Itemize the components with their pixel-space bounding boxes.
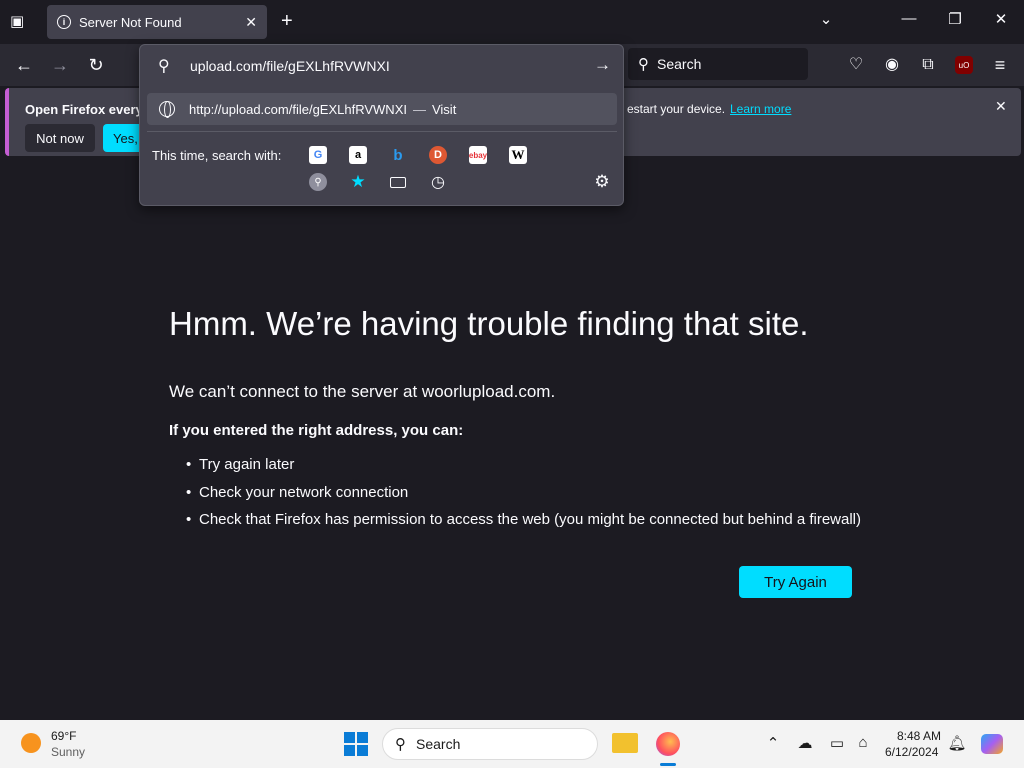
menu-icon[interactable]: ≡	[988, 54, 1012, 76]
file-explorer-icon[interactable]	[612, 733, 638, 753]
go-arrow-icon[interactable]: →	[594, 55, 611, 75]
search-placeholder: Search	[657, 56, 702, 72]
active-indicator	[660, 763, 676, 766]
new-tab-icon[interactable]: +	[281, 10, 293, 33]
suggestion-url: http://upload.com/file/gEXLhfRVWNXI	[189, 101, 407, 117]
list-item: Check that Firefox has permission to acc…	[186, 511, 861, 539]
window-close-icon[interactable]: ✕	[989, 10, 1013, 28]
close-icon[interactable]: ✕	[995, 98, 1007, 115]
forward-icon[interactable]: →	[48, 54, 72, 76]
try-again-button[interactable]: Try Again	[739, 566, 852, 598]
url-suggestion[interactable]: http://upload.com/file/gEXLhfRVWNXI — Vi…	[147, 93, 617, 125]
taskbar-search-label: Search	[416, 736, 461, 752]
suggestion-dash: —	[412, 101, 426, 117]
close-tab-icon[interactable]: ✕	[245, 14, 257, 31]
clock-time[interactable]: 8:48 AM	[897, 729, 941, 743]
notification-title: Open Firefox every ti	[25, 102, 155, 117]
suggestions-list: Try again later Check your network conne…	[186, 456, 861, 539]
bookmarks-star-icon[interactable]: ★	[349, 172, 367, 191]
reload-icon[interactable]: ↻	[84, 54, 108, 76]
wikipedia-icon[interactable]: W	[509, 146, 527, 164]
error-title: Hmm. We’re having trouble finding that s…	[169, 305, 809, 342]
ublock-icon[interactable]: uO	[955, 56, 973, 74]
notification-text: estart your device.	[627, 102, 726, 116]
info-icon: i	[57, 15, 71, 29]
account-icon[interactable]: ◉	[880, 54, 904, 76]
search-bar[interactable]: ⚲ Search	[628, 48, 808, 80]
taskbar-search[interactable]: ⚲ Search	[382, 728, 598, 760]
search-icon: ⚲	[638, 56, 649, 73]
ebay-icon[interactable]: ebay	[469, 146, 487, 164]
duckduckgo-icon[interactable]: D	[429, 146, 447, 164]
search-with-label: This time, search with:	[152, 148, 282, 163]
globe-icon	[159, 101, 175, 118]
extensions-icon[interactable]: ⧉	[916, 54, 940, 76]
amazon-icon[interactable]: a	[349, 146, 367, 164]
restore-icon[interactable]: ❐	[943, 10, 967, 28]
clock-date[interactable]: 6/12/2024	[885, 745, 938, 759]
url-dropdown: ⚲ upload.com/file/gEXLhfRVWNXI → http://…	[139, 44, 624, 206]
sun-icon[interactable]	[21, 733, 41, 753]
chevron-up-icon[interactable]: ⌃	[763, 734, 783, 752]
network-icon[interactable]: ⌂	[853, 734, 873, 751]
error-description: We can’t connect to the server at woorlu…	[169, 382, 556, 401]
address-input[interactable]: upload.com/file/gEXLhfRVWNXI	[190, 58, 390, 74]
settings-gear-icon[interactable]: ⚙	[593, 172, 611, 191]
tab-title: Server Not Found	[79, 14, 182, 30]
bing-icon[interactable]: b	[389, 146, 407, 164]
google-icon[interactable]: G	[309, 146, 327, 164]
search-shortcut-icon[interactable]: ⚲	[309, 173, 327, 191]
onedrive-icon[interactable]: ☁	[795, 734, 815, 752]
history-icon[interactable]: ◷	[429, 173, 447, 191]
list-item: Check your network connection	[186, 484, 861, 512]
weather-condition[interactable]: Sunny	[51, 745, 85, 759]
search-icon: ⚲	[158, 58, 170, 75]
weather-temperature[interactable]: 69°F	[51, 729, 76, 743]
display-icon[interactable]: ▭	[827, 734, 847, 752]
not-now-button[interactable]: Not now	[25, 124, 95, 152]
copilot-icon[interactable]	[981, 734, 1003, 754]
error-subtitle: If you entered the right address, you ca…	[169, 422, 464, 439]
pocket-icon[interactable]: ♡	[844, 54, 868, 76]
windows-start-icon[interactable]	[344, 732, 368, 756]
search-icon: ⚲	[395, 736, 406, 753]
back-icon[interactable]: ←	[12, 54, 36, 76]
learn-more-link[interactable]: Learn more	[730, 102, 791, 116]
firefox-icon[interactable]	[656, 732, 680, 756]
notification-bell-icon[interactable]: 🔔︎	[947, 734, 967, 752]
tab-list-icon[interactable]: ▣	[10, 12, 24, 30]
suggestion-action: Visit	[431, 101, 457, 117]
tabs-icon[interactable]	[389, 173, 407, 191]
minimize-icon[interactable]: —	[897, 10, 921, 27]
address-bar[interactable]: ⚲ upload.com/file/gEXLhfRVWNXI →	[140, 45, 623, 87]
chevron-down-icon[interactable]: ⌄	[814, 10, 838, 28]
divider	[147, 131, 617, 132]
tab-server-not-found[interactable]: i Server Not Found ✕	[47, 5, 267, 39]
list-item: Try again later	[186, 456, 861, 484]
